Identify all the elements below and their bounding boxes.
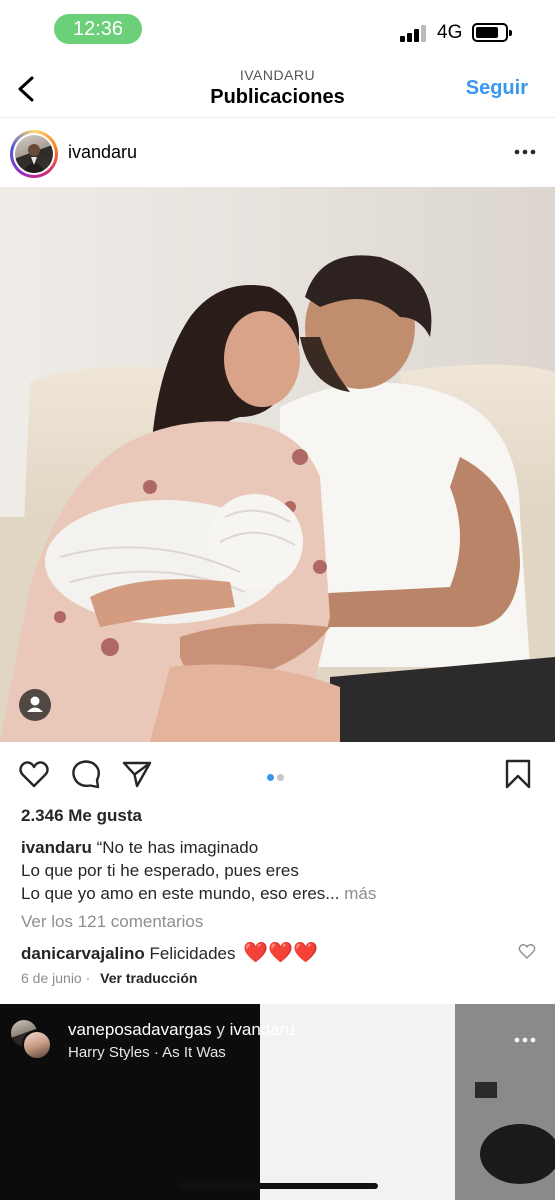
next-post-user-2[interactable]: ivandaru (230, 1020, 295, 1039)
status-bar: 12:36 4G (0, 0, 555, 60)
more-horizontal-icon[interactable] (513, 142, 537, 162)
home-indicator[interactable] (178, 1183, 378, 1189)
comment-bubble-icon[interactable] (70, 758, 102, 790)
carousel-dot (277, 774, 284, 781)
post-username[interactable]: ivandaru (68, 142, 137, 163)
caption-line-2: Lo que por ti he esperado, pues eres (21, 861, 299, 880)
comment-row: danicarvajalino Felicidades ❤️❤️❤️ (21, 940, 318, 965)
caption-username[interactable]: ivandaru (21, 838, 92, 857)
battery-icon (472, 23, 512, 42)
signal-icon (400, 24, 430, 42)
avatar (15, 135, 53, 173)
carousel-indicator (267, 768, 287, 786)
view-comments-link[interactable]: Ver los 121 comentarios (21, 912, 203, 932)
post-meta: 6 de junio · Ver traducción (21, 970, 198, 986)
comment-heart-icon[interactable] (518, 942, 536, 960)
bookmark-icon[interactable] (502, 758, 534, 790)
caption-more-link[interactable]: más (344, 884, 376, 903)
comment-emoji: ❤️❤️❤️ (243, 942, 318, 964)
next-post-music[interactable]: Harry Styles · As It Was (68, 1044, 226, 1061)
next-post-conj: y (216, 1020, 225, 1039)
post-caption: ivandaru “No te has imaginado Lo que por… (21, 836, 541, 905)
post-header: ivandaru (0, 120, 555, 186)
avatar[interactable] (22, 1030, 52, 1060)
translate-link[interactable]: Ver traducción (100, 970, 197, 986)
person-tag-button[interactable] (19, 689, 51, 721)
post-actions-bar (0, 742, 555, 806)
post-date: 6 de junio (21, 970, 82, 986)
likes-count[interactable]: 2.346 Me gusta (21, 806, 142, 826)
post-photo[interactable] (0, 187, 555, 742)
next-post-user-1[interactable]: vaneposadavargas (68, 1020, 212, 1039)
person-tag-icon (27, 696, 43, 712)
caption-line-1: “No te has imaginado (96, 838, 259, 857)
carousel-dot-active (267, 774, 274, 781)
network-label: 4G (437, 22, 463, 43)
next-post-users: vaneposadavargas y ivandaru (68, 1020, 295, 1040)
post-photo-illustration (0, 187, 555, 742)
comment-username[interactable]: danicarvajalino (21, 944, 145, 963)
heart-icon[interactable] (18, 758, 50, 790)
next-post[interactable]: vaneposadavargas y ivandaru Harry Styles… (0, 1004, 555, 1200)
caption-line-3: Lo que yo amo en este mundo, eso eres... (21, 884, 340, 903)
status-time: 12:36 (54, 14, 142, 44)
more-horizontal-icon[interactable] (513, 1030, 537, 1050)
paper-plane-icon[interactable] (121, 758, 153, 790)
comment-text: Felicidades (149, 944, 236, 963)
follow-button[interactable]: Seguir (466, 77, 528, 100)
top-nav-header: IVANDARU Publicaciones Seguir (0, 60, 555, 118)
story-ring[interactable] (10, 130, 58, 178)
